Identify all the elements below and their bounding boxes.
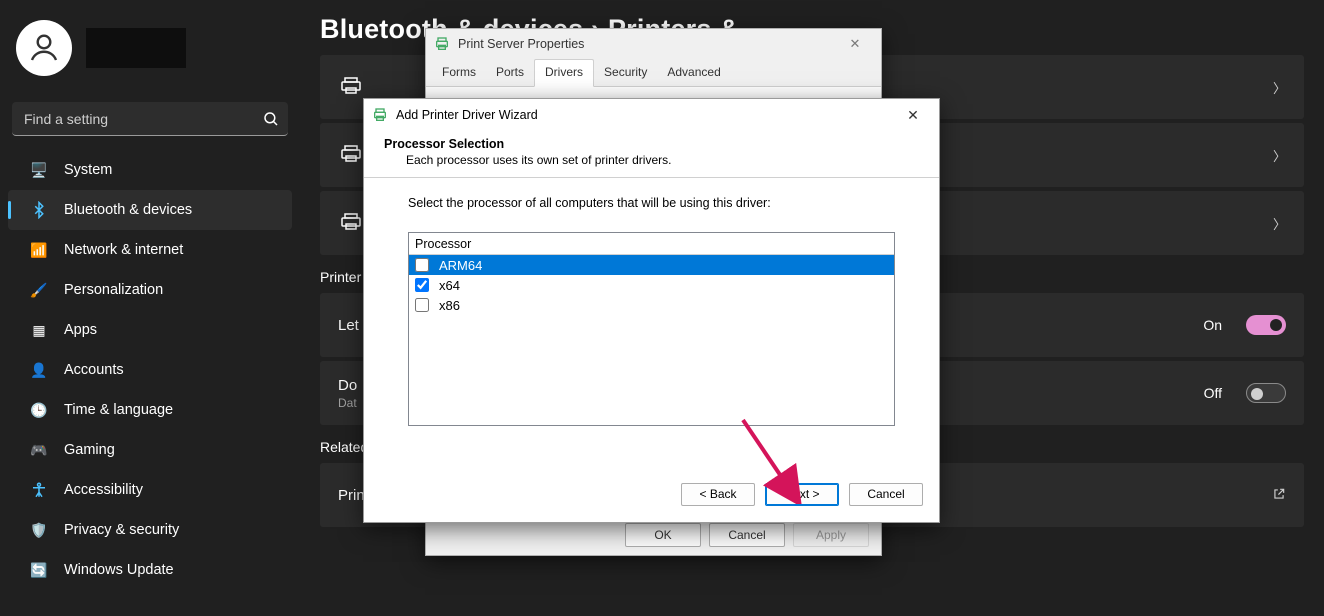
search-input[interactable] [12,102,288,136]
processor-label: x86 [439,298,460,313]
user-icon [26,30,62,66]
sidebar-item-timelang[interactable]: 🕒 Time & language [8,390,292,430]
bluetooth-icon [30,201,48,219]
wizard-instruction: Select the processor of all computers th… [408,196,895,210]
wizard-close-button[interactable]: ✕ [893,101,933,129]
psp-title: Print Server Properties [458,37,829,51]
psp-close-button[interactable]: ✕ [837,36,873,52]
sidebar-item-network[interactable]: 📶 Network & internet [8,230,292,270]
pref-row-2-sub: Dat [338,396,357,410]
sidebar-item-accessibility[interactable]: Accessibility [8,470,292,510]
sidebar-item-personalization[interactable]: 🖌️ Personalization [8,270,292,310]
gaming-icon: 🎮 [30,441,48,459]
add-printer-driver-wizard-window: Add Printer Driver Wizard ✕ Processor Se… [363,98,940,523]
sidebar-item-update[interactable]: 🔄 Windows Update [8,550,292,590]
sidebar-item-accounts[interactable]: 👤 Accounts [8,350,292,390]
wizard-titlebar[interactable]: Add Printer Driver Wizard ✕ [364,99,939,131]
psp-tab-forms[interactable]: Forms [432,60,486,86]
processor-column-header[interactable]: Processor [409,233,894,255]
processor-checkbox-arm64[interactable] [415,258,429,272]
external-link-icon [1272,487,1286,504]
processor-item-arm64[interactable]: ARM64 [409,255,894,275]
timelang-icon: 🕒 [30,401,48,419]
processor-checkbox-x64[interactable] [415,278,429,292]
wizard-body: Select the processor of all computers th… [364,178,939,466]
psp-tab-security[interactable]: Security [594,60,657,86]
system-icon: 🖥️ [30,161,48,179]
sidebar-item-system[interactable]: 🖥️ System [8,150,292,190]
printer-icon [372,107,388,123]
avatar [16,20,72,76]
psp-titlebar[interactable]: Print Server Properties ✕ [426,29,881,59]
sidebar-item-label: Gaming [64,442,115,458]
sidebar: 🖥️ System Bluetooth & devices 📶 Network & in… [0,0,300,616]
sidebar-item-bluetooth[interactable]: Bluetooth & devices [8,190,292,230]
psp-apply-button[interactable]: Apply [793,523,869,547]
wizard-next-button[interactable]: Next > [765,483,839,506]
psp-cancel-button[interactable]: Cancel [709,523,785,547]
psp-tab-drivers[interactable]: Drivers [534,59,594,87]
processor-label: x64 [439,278,460,293]
search-row [12,102,288,136]
sidebar-item-apps[interactable]: ▦ Apps [8,310,292,350]
wizard-button-row: < Back Next > Cancel [364,466,939,522]
wizard-subheading: Each processor uses its own set of print… [406,153,919,167]
sidebar-item-label: Personalization [64,282,163,298]
update-icon: 🔄 [30,561,48,579]
printer-icon [338,213,366,233]
printer-icon [434,36,450,52]
profile-row[interactable] [0,8,300,88]
psp-tab-advanced[interactable]: Advanced [657,60,730,86]
printer-icon [338,77,366,97]
sidebar-item-label: System [64,162,112,178]
privacy-icon: 🛡️ [30,521,48,539]
sidebar-item-label: Bluetooth & devices [64,202,192,218]
wizard-header: Processor Selection Each processor uses … [364,131,939,177]
sidebar-item-label: Time & language [64,402,173,418]
processor-label: ARM64 [439,258,482,273]
search-icon[interactable] [262,110,280,128]
processor-item-x64[interactable]: x64 [409,275,894,295]
accounts-icon: 👤 [30,361,48,379]
sidebar-item-privacy[interactable]: 🛡️ Privacy & security [8,510,292,550]
wizard-cancel-button[interactable]: Cancel [849,483,923,506]
nav-list: 🖥️ System Bluetooth & devices 📶 Network & in… [0,150,300,590]
sidebar-item-label: Windows Update [64,562,174,578]
pref-row-1-toggle[interactable] [1246,315,1286,335]
network-icon: 📶 [30,241,48,259]
wizard-back-button[interactable]: < Back [681,483,755,506]
chevron-right-icon: 〉 [1273,78,1286,97]
chevron-right-icon: 〉 [1273,214,1286,233]
profile-name-redacted [86,28,186,68]
sidebar-item-label: Accounts [64,362,124,378]
wizard-heading: Processor Selection [384,137,919,151]
sidebar-item-gaming[interactable]: 🎮 Gaming [8,430,292,470]
processor-item-x86[interactable]: x86 [409,295,894,315]
pref-row-1-toggle-label: On [1203,317,1222,333]
processor-listbox[interactable]: Processor ARM64 x64 x86 [408,232,895,426]
apps-icon: ▦ [30,321,48,339]
chevron-right-icon: 〉 [1273,146,1286,165]
processor-checkbox-x86[interactable] [415,298,429,312]
psp-ok-button[interactable]: OK [625,523,701,547]
wizard-title: Add Printer Driver Wizard [396,108,885,122]
accessibility-icon [30,481,48,499]
psp-tabs: FormsPortsDriversSecurityAdvanced [426,59,881,87]
pref-row-2-toggle-label: Off [1204,385,1222,401]
pref-row-2-toggle[interactable] [1246,383,1286,403]
sidebar-item-label: Accessibility [64,482,143,498]
printer-icon [338,145,366,165]
sidebar-item-label: Network & internet [64,242,183,258]
psp-tab-ports[interactable]: Ports [486,60,534,86]
sidebar-item-label: Apps [64,322,97,338]
personalization-icon: 🖌️ [30,281,48,299]
sidebar-item-label: Privacy & security [64,522,179,538]
